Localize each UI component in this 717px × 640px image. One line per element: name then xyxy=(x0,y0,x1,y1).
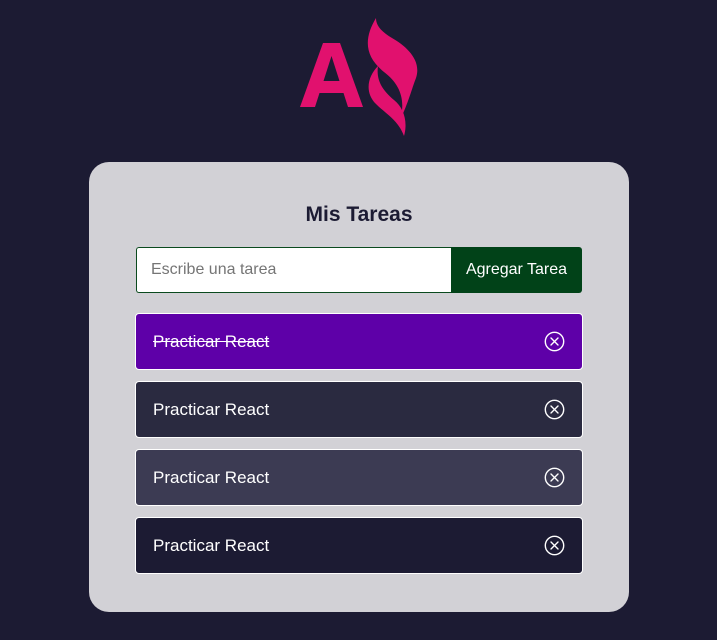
task-item[interactable]: Practicar React xyxy=(135,517,583,574)
task-item[interactable]: Practicar React xyxy=(135,449,583,506)
circle-x-icon[interactable] xyxy=(544,331,565,352)
task-item[interactable]: Practicar React xyxy=(135,381,583,438)
task-input[interactable] xyxy=(136,247,451,293)
task-card: Mis Tareas Agregar Tarea Practicar React… xyxy=(89,162,629,612)
page-title: Mis Tareas xyxy=(305,203,413,226)
task-label[interactable]: Practicar React xyxy=(153,536,269,556)
task-label[interactable]: Practicar React xyxy=(153,468,269,488)
circle-x-icon[interactable] xyxy=(544,535,565,556)
add-task-button[interactable]: Agregar Tarea xyxy=(451,247,582,293)
task-label[interactable]: Practicar React xyxy=(153,332,269,352)
circle-x-icon[interactable] xyxy=(544,467,565,488)
task-item[interactable]: Practicar React xyxy=(135,313,583,370)
task-label[interactable]: Practicar React xyxy=(153,400,269,420)
circle-x-icon[interactable] xyxy=(544,399,565,420)
task-list: Practicar React Practicar React Practica… xyxy=(135,313,583,585)
task-form: Agregar Tarea xyxy=(136,247,582,293)
logo-icon xyxy=(300,18,418,136)
app-logo xyxy=(296,16,426,140)
